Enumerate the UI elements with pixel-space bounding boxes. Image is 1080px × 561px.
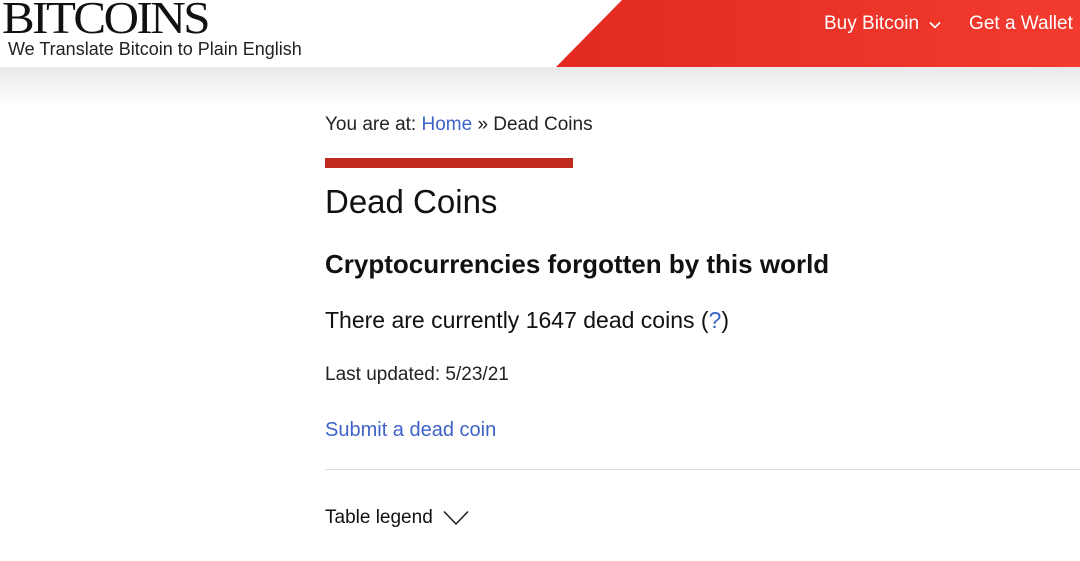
nav-buy-bitcoin[interactable]: Buy Bitcoin [824, 13, 969, 35]
nav-buy-bitcoin-label: Buy Bitcoin [824, 13, 920, 34]
site-logo[interactable]: BITCOINS [2, 0, 210, 40]
count-help-link[interactable]: ? [709, 307, 722, 333]
nav-get-a-wallet-label: Get a Wallet [969, 13, 1073, 34]
site-tagline: We Translate Bitcoin to Plain English [8, 39, 302, 59]
dead-coin-count: There are currently 1647 dead coins (?) [325, 307, 729, 334]
last-updated: Last updated: 5/23/21 [325, 364, 509, 385]
nav-get-a-wallet[interactable]: Get a Wallet [969, 13, 1073, 35]
breadcrumb: You are at: Home » Dead Coins [325, 114, 593, 136]
section-accent-bar [325, 158, 573, 168]
dead-coin-count-text: There are currently 1647 dead coins ( [325, 307, 709, 333]
header-shadow [0, 67, 1080, 107]
breadcrumb-home-link[interactable]: Home [421, 114, 472, 135]
main-nav: Buy Bitcoin Get a Wallet [824, 13, 1073, 35]
breadcrumb-separator: » [472, 114, 494, 135]
page-title: Dead Coins [325, 183, 498, 220]
table-legend-label: Table legend [325, 507, 433, 528]
breadcrumb-current: Dead Coins [493, 114, 593, 135]
chevron-down-icon [443, 510, 469, 526]
submit-dead-coin-link[interactable]: Submit a dead coin [325, 419, 496, 442]
section-divider [325, 469, 1080, 470]
page-subtitle: Cryptocurrencies forgotten by this world [325, 249, 830, 279]
site-header: BITCOINS We Translate Bitcoin to Plain E… [0, 0, 1080, 67]
table-legend-toggle[interactable]: Table legend [325, 507, 469, 529]
chevron-down-icon [929, 13, 941, 35]
breadcrumb-prefix: You are at: [325, 114, 422, 135]
dead-coin-count-suffix: ) [721, 307, 730, 333]
